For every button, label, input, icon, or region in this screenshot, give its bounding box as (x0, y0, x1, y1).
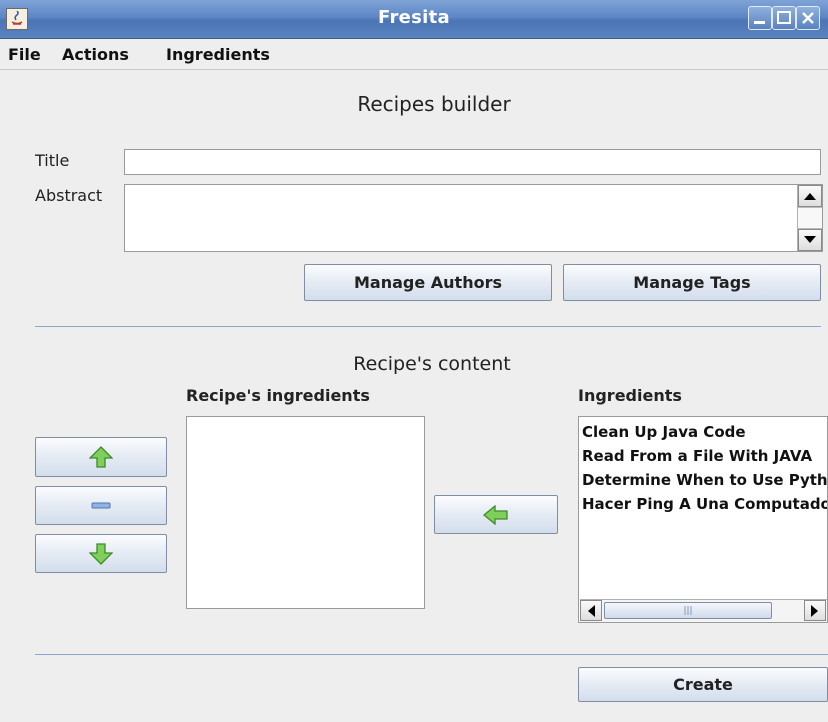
scroll-thumb[interactable] (604, 602, 772, 619)
separator-top (35, 326, 821, 327)
minimize-button[interactable] (748, 6, 772, 30)
arrow-up-icon (89, 446, 113, 468)
abstract-textarea[interactable] (124, 184, 823, 252)
manage-tags-button[interactable]: Manage Tags (563, 264, 821, 301)
triangle-down-icon (804, 236, 816, 243)
menu-bar: File Actions Ingredients (0, 39, 828, 70)
title-label: Title (35, 151, 70, 170)
scroll-down-button[interactable] (798, 229, 822, 251)
create-button[interactable]: Create (578, 667, 828, 702)
recipe-ingredients-label: Recipe's ingredients (186, 386, 370, 405)
manage-authors-button[interactable]: Manage Authors (304, 264, 552, 301)
triangle-right-icon (811, 604, 818, 617)
grip-icon (684, 606, 692, 615)
recipe-ingredients-list[interactable] (186, 416, 425, 609)
arrow-down-icon (89, 542, 113, 565)
scroll-track[interactable] (798, 207, 822, 229)
move-down-button[interactable] (35, 534, 167, 573)
scroll-left-button[interactable] (580, 600, 602, 621)
abstract-label: Abstract (35, 186, 103, 205)
title-input[interactable] (124, 149, 821, 175)
ingredients-label: Ingredients (578, 386, 682, 405)
separator-bottom (35, 654, 828, 655)
close-icon (802, 12, 814, 24)
arrow-left-icon (483, 504, 508, 525)
ingredients-hscrollbar[interactable] (580, 599, 827, 622)
list-item[interactable]: Hacer Ping A Una Computadora (582, 492, 827, 516)
menu-ingredients[interactable]: Ingredients (166, 39, 270, 69)
window-title: Fresita (378, 7, 450, 28)
triangle-up-icon (804, 193, 816, 200)
maximize-button[interactable] (772, 6, 796, 30)
list-item[interactable]: Read From a File With JAVA (582, 444, 812, 468)
recipes-builder-heading: Recipes builder (357, 92, 511, 116)
move-up-button[interactable] (35, 437, 167, 477)
abstract-scrollbar[interactable] (797, 185, 822, 251)
list-item[interactable]: Determine When to Use Python (582, 468, 827, 492)
list-item[interactable]: Clean Up Java Code (582, 420, 746, 444)
minimize-icon (754, 21, 765, 24)
triangle-left-icon (588, 604, 595, 617)
add-ingredient-button[interactable] (434, 495, 558, 534)
menu-file[interactable]: File (8, 39, 41, 69)
scroll-up-button[interactable] (798, 185, 822, 207)
scroll-right-button[interactable] (804, 600, 826, 621)
ingredients-list[interactable]: Clean Up Java Code Read From a File With… (578, 416, 828, 623)
minus-icon (91, 502, 111, 508)
remove-button[interactable] (35, 486, 167, 525)
maximize-icon (777, 11, 791, 24)
menu-actions[interactable]: Actions (62, 39, 129, 69)
recipes-content-heading: Recipe's content (353, 353, 511, 375)
close-button[interactable] (796, 6, 820, 30)
